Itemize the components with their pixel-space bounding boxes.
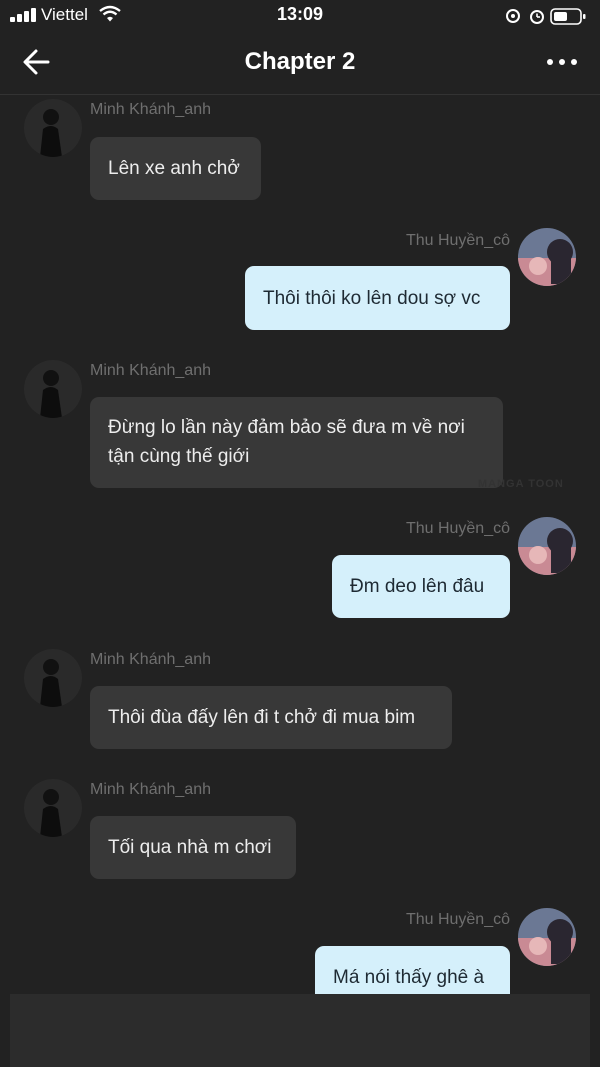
avatar[interactable] bbox=[24, 649, 82, 707]
avatar[interactable] bbox=[518, 517, 576, 575]
sender-name: Minh Khánh_anh bbox=[90, 101, 211, 118]
message-text: Thôi thôi ko lên dou sợ vc bbox=[263, 288, 481, 309]
message-text: Thôi đùa đấy lên đi t chở đi mua bim bbox=[108, 707, 416, 728]
sender-name: Thu Huyền_cô bbox=[405, 911, 510, 928]
chapter-title: Chapter 2 bbox=[244, 48, 356, 75]
message-bubble[interactable]: Thôi thôi ko lên dou sợ vc bbox=[245, 266, 510, 330]
watermark: MANGA TOON bbox=[478, 478, 564, 490]
sender-name: Minh Khánh_anh bbox=[90, 651, 211, 668]
message-bubble[interactable]: Tối qua nhà m chơi bbox=[90, 816, 296, 879]
chat-header: Chapter 2 bbox=[0, 32, 600, 95]
message-bubble[interactable]: Đừng lo lần này đảm bảo sẽ đưa m về nơi … bbox=[90, 397, 503, 488]
message-text: Đm deo lên đâu bbox=[350, 576, 485, 597]
message-text: Tối qua nhà m chơi bbox=[108, 837, 272, 858]
message-text: Má nói thấy ghê à bbox=[333, 967, 485, 988]
sender-name: Minh Khánh_anh bbox=[90, 362, 211, 379]
avatar[interactable] bbox=[518, 228, 576, 286]
message-text: Đừng lo lần này đảm bảo sẽ đưa m về nơi bbox=[108, 417, 465, 438]
message-bubble[interactable]: Thôi đùa đấy lên đi t chở đi mua bim bbox=[90, 686, 452, 749]
sender-name: Minh Khánh_anh bbox=[90, 781, 211, 798]
message-bubble[interactable]: Lên xe anh chở bbox=[90, 137, 261, 200]
sender-name: Thu Huyền_cô bbox=[405, 232, 510, 249]
more-horizontal-icon[interactable] bbox=[544, 48, 580, 76]
bottom-bar[interactable] bbox=[10, 994, 590, 1067]
message-text: tận cùng thế giới bbox=[108, 446, 250, 467]
avatar[interactable] bbox=[24, 360, 82, 418]
status-bar: Viettel 13:09 bbox=[0, 0, 600, 32]
avatar[interactable] bbox=[24, 99, 82, 157]
avatar[interactable] bbox=[518, 908, 576, 966]
battery-status-icons bbox=[506, 8, 586, 25]
message-text: Lên xe anh chở bbox=[108, 158, 240, 179]
message-bubble[interactable]: Đm deo lên đâu bbox=[332, 555, 510, 618]
sender-name: Thu Huyền_cô bbox=[405, 520, 510, 537]
avatar[interactable] bbox=[24, 779, 82, 837]
